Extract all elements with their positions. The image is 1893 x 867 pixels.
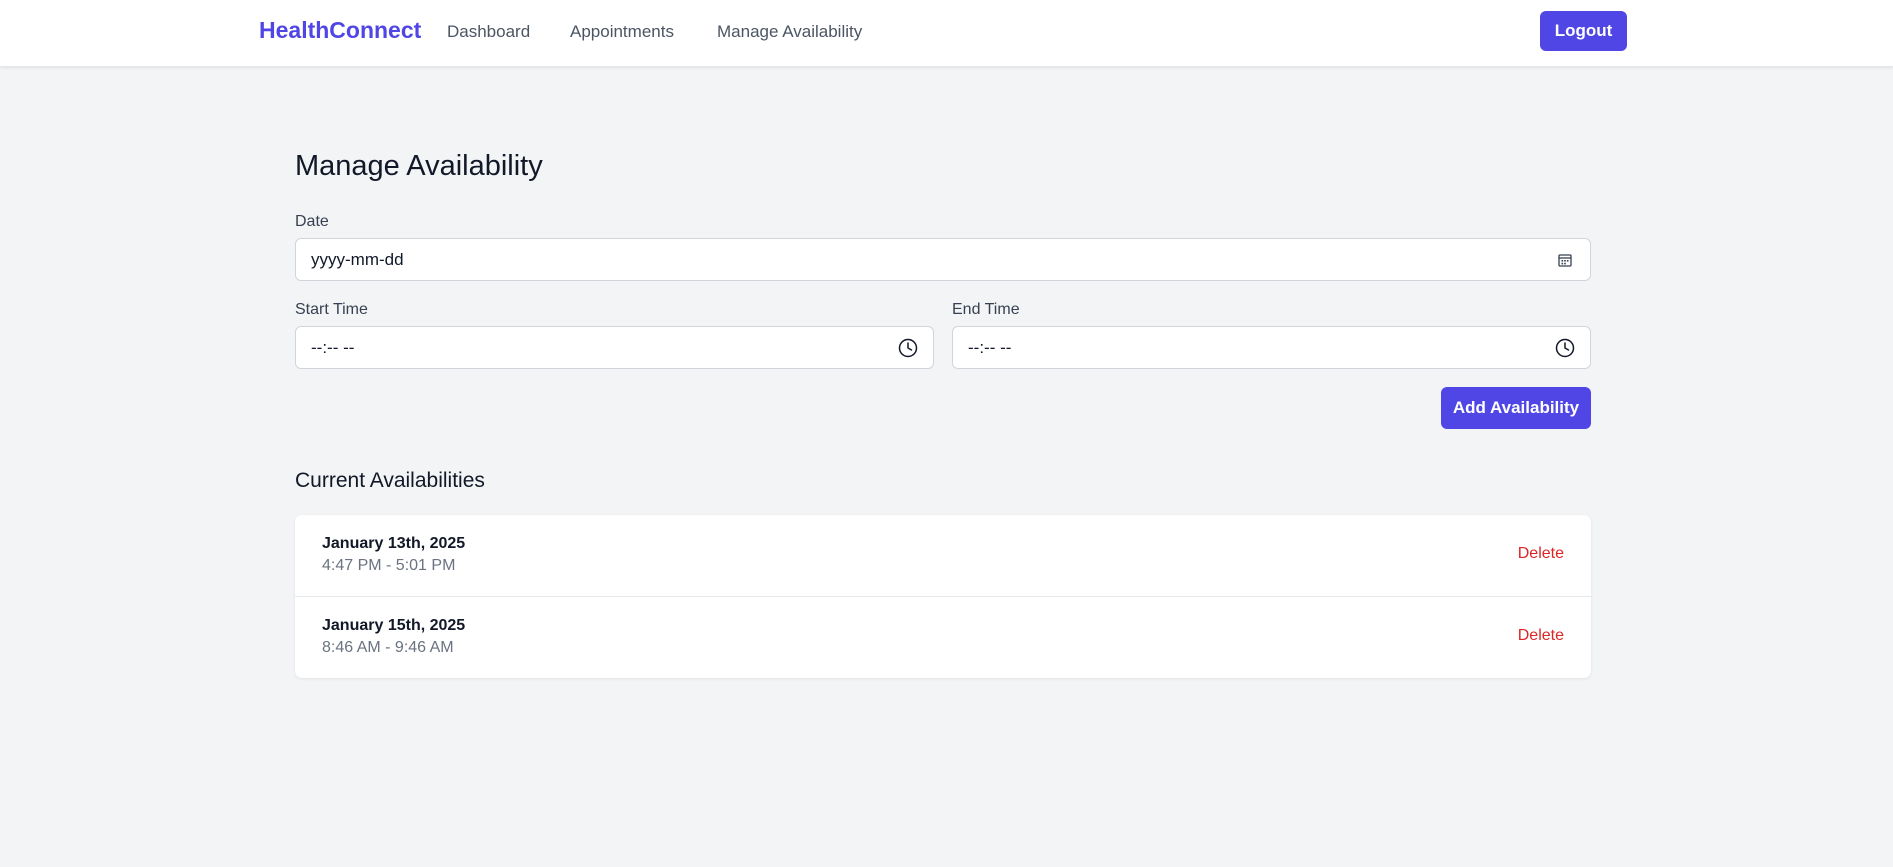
list-item: January 15th, 2025 8:46 AM - 9:46 AM Del…: [295, 597, 1591, 678]
start-time-value: --:-- --: [311, 337, 355, 357]
start-time-label: Start Time: [295, 301, 368, 318]
brand-logo[interactable]: HealthConnect: [259, 17, 421, 44]
add-availability-button[interactable]: Add Availability: [1441, 387, 1591, 429]
availability-time: 4:47 PM - 5:01 PM: [322, 557, 456, 574]
date-label: Date: [295, 213, 329, 230]
nav-link-dashboard[interactable]: Dashboard: [447, 22, 530, 42]
current-availabilities-heading: Current Availabilities: [295, 469, 485, 492]
availability-time: 8:46 AM - 9:46 AM: [322, 639, 454, 656]
top-navbar: HealthConnect Dashboard Appointments Man…: [0, 0, 1893, 67]
clock-icon[interactable]: [1555, 338, 1575, 358]
logout-button[interactable]: Logout: [1540, 11, 1627, 51]
date-input[interactable]: yyyy-mm-dd: [295, 238, 1591, 281]
delete-button[interactable]: Delete: [1518, 545, 1564, 563]
availability-list: January 13th, 2025 4:47 PM - 5:01 PM Del…: [295, 515, 1591, 678]
nav-link-manage-availability[interactable]: Manage Availability: [717, 22, 862, 42]
calendar-icon[interactable]: [1555, 250, 1575, 270]
list-item: January 13th, 2025 4:47 PM - 5:01 PM Del…: [295, 515, 1591, 597]
clock-icon[interactable]: [898, 338, 918, 358]
delete-button[interactable]: Delete: [1518, 627, 1564, 645]
end-time-input[interactable]: --:-- --: [952, 326, 1591, 369]
date-input-value: yyyy-mm-dd: [311, 249, 404, 269]
availability-date: January 15th, 2025: [322, 617, 466, 634]
nav-link-appointments[interactable]: Appointments: [570, 22, 674, 42]
end-time-label: End Time: [952, 301, 1020, 318]
end-time-value: --:-- --: [968, 337, 1012, 357]
availability-date: January 13th, 2025: [322, 535, 466, 552]
page-title: Manage Availability: [295, 150, 543, 182]
start-time-input[interactable]: --:-- --: [295, 326, 934, 369]
